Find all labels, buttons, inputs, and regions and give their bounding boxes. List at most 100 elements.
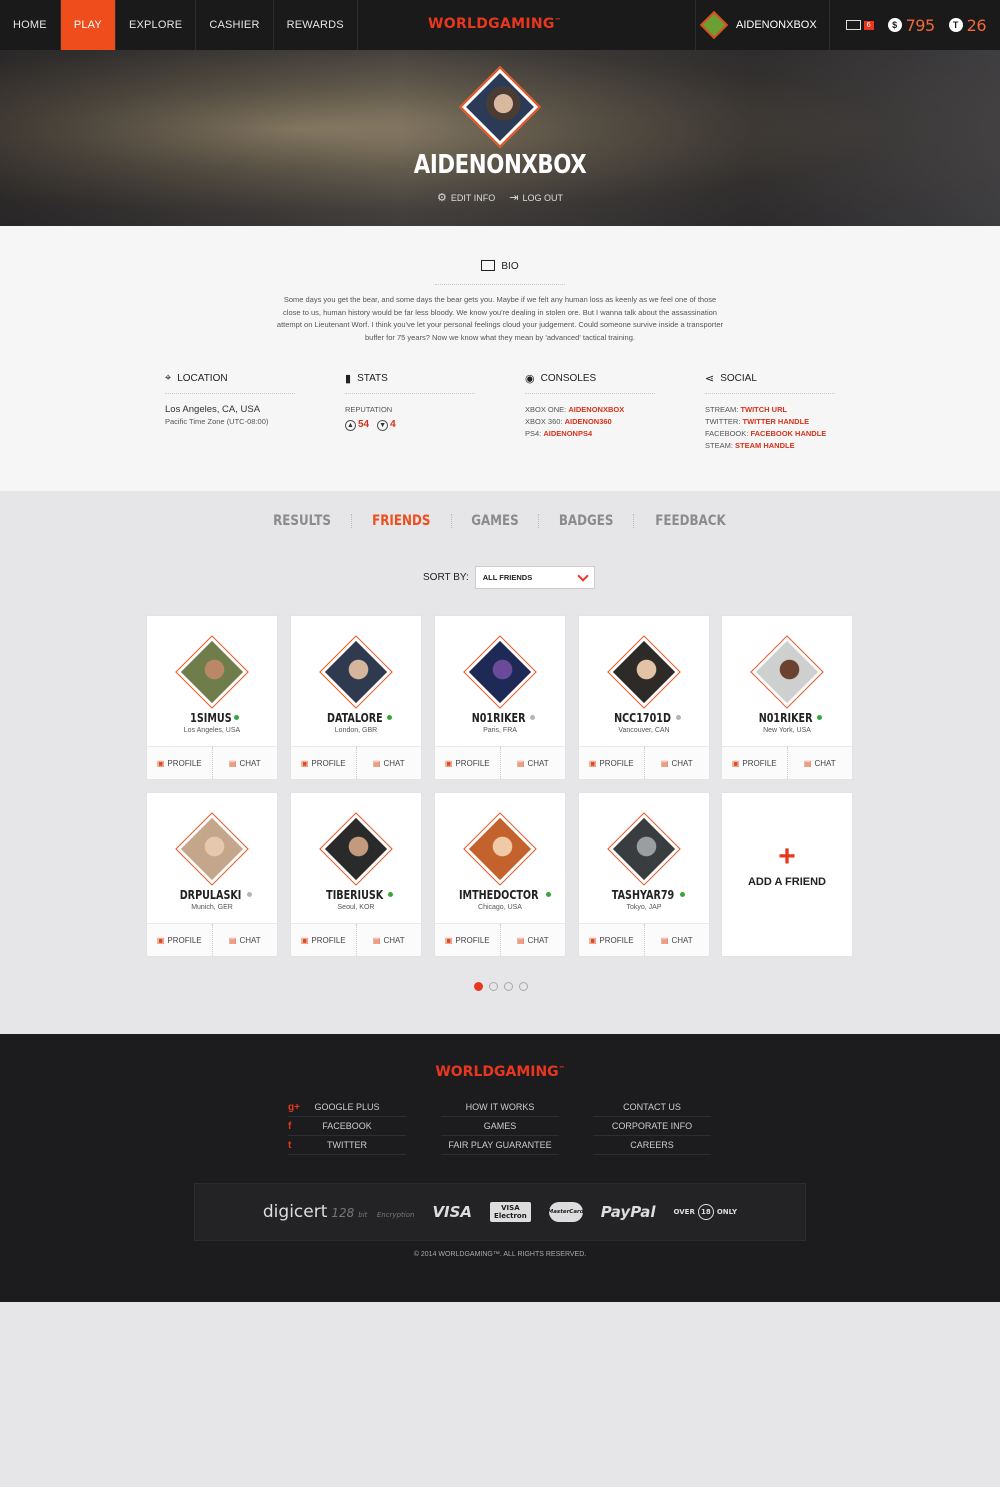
chat-button[interactable]: ▤ CHAT [357, 924, 422, 956]
page-dot[interactable] [474, 982, 483, 991]
mail-button[interactable]: 6 [845, 20, 874, 30]
nav-rewards[interactable]: REWARDS [274, 0, 358, 50]
friend-photo [180, 817, 244, 881]
social-link[interactable]: FACEBOOK HANDLE [750, 429, 826, 438]
friend-photo [755, 640, 819, 704]
footer-link-corporate-info[interactable]: CORPORATE INFO [593, 1117, 711, 1136]
profile-button[interactable]: ▣ PROFILE [291, 924, 357, 956]
social-link[interactable]: TWITCH URL [740, 405, 787, 414]
footer-company-links: CONTACT US CORPORATE INFO CAREERS [593, 1098, 711, 1155]
location-column: ⌖ LOCATION Los Angeles, CA, USA Pacific T… [165, 372, 295, 428]
nav-home[interactable]: HOME [0, 0, 61, 50]
chat-button[interactable]: ▤ CHAT [501, 924, 566, 956]
footer-link-google-plus[interactable]: g+ GOOGLE PLUS [288, 1098, 406, 1117]
chat-button[interactable]: ▤ CHAT [645, 747, 710, 779]
sort-select[interactable]: ALL FRIENDS [474, 566, 595, 589]
profile-button[interactable]: ▣ PROFILE [435, 924, 501, 956]
chat-button[interactable]: ▤ CHAT [645, 924, 710, 956]
friend-name[interactable]: NCC1701D [614, 711, 671, 725]
friend-name[interactable]: DATALORE [327, 711, 383, 725]
token-balance[interactable]: T 26 [948, 15, 987, 35]
consoles-heading-text: CONSOLES [540, 373, 597, 384]
friend-avatar[interactable] [750, 635, 824, 709]
add-friend-label: ADD A FRIEND [747, 876, 826, 888]
profile-button[interactable]: ▣ PROFILE [291, 747, 357, 779]
friend-name-row: TIBERIUSK [291, 888, 421, 902]
console-gamertag-link[interactable]: AIDENON360 [565, 417, 612, 426]
profile-button[interactable]: ▣ PROFILE [147, 924, 213, 956]
token-value: 26 [966, 15, 987, 35]
friend-avatar[interactable] [607, 812, 681, 886]
profile-button-label: PROFILE [599, 758, 634, 768]
user-box: AIDENONXBOX 6 $ 795 T 26 [695, 0, 1000, 50]
friend-avatar[interactable] [463, 812, 537, 886]
tab-games[interactable]: GAMES [458, 513, 531, 529]
friend-name[interactable]: DRPULASKI [180, 888, 242, 902]
tab-friends[interactable]: FRIENDS [360, 513, 444, 529]
footer-link-how-it-works[interactable]: HOW IT WORKS [441, 1098, 559, 1117]
footer-link-twitter[interactable]: t TWITTER [288, 1136, 406, 1155]
friend-location: Vancouver, CAN [618, 727, 670, 734]
tab-feedback[interactable]: FEEDBACK [642, 513, 738, 529]
nav-play[interactable]: PLAY [60, 0, 116, 50]
chat-button[interactable]: ▤ CHAT [788, 747, 853, 779]
page-dot[interactable] [504, 982, 513, 991]
page-dot[interactable] [489, 982, 498, 991]
friend-card: IMTHEDOCTOR Chicago, USA ▣ PROFILE ▤ CHAT [435, 793, 565, 956]
footer-link-games[interactable]: GAMES [441, 1117, 559, 1136]
tab-results[interactable]: RESULTS [260, 513, 343, 529]
profile-button[interactable]: ▣ PROFILE [722, 747, 788, 779]
console-gamertag-link[interactable]: AIDENONPS4 [543, 429, 592, 438]
profile-button[interactable]: ▣ PROFILE [147, 747, 213, 779]
page-dot[interactable] [519, 982, 528, 991]
profile-button[interactable]: ▣ PROFILE [435, 747, 501, 779]
footer-link-fair-play[interactable]: FAIR PLAY GUARANTEE [441, 1136, 559, 1155]
chat-button[interactable]: ▤ CHAT [213, 924, 278, 956]
chat-button[interactable]: ▤ CHAT [357, 747, 422, 779]
nav-explore[interactable]: EXPLORE [116, 0, 197, 50]
profile-button[interactable]: ▣ PROFILE [579, 924, 645, 956]
friend-avatar[interactable] [463, 635, 537, 709]
friend-avatar[interactable] [607, 635, 681, 709]
user-avatar-icon [699, 10, 729, 40]
friend-name[interactable]: N01RIKER [472, 711, 526, 725]
friend-name[interactable]: TASHYAR79 [611, 888, 673, 902]
footer-link-facebook[interactable]: f FACEBOOK [288, 1117, 406, 1136]
presence-dot-icon [676, 715, 681, 720]
chat-button[interactable]: ▤ CHAT [501, 747, 566, 779]
profile-button[interactable]: ▣ PROFILE [579, 747, 645, 779]
friend-avatar[interactable] [175, 635, 249, 709]
console-gamertag-link[interactable]: AIDENONXBOX [568, 405, 624, 414]
friend-name[interactable]: N01RIKER [759, 711, 813, 725]
friend-name[interactable]: 1SIMUS [190, 711, 231, 725]
social-link[interactable]: TWITTER HANDLE [743, 417, 810, 426]
cash-balance[interactable]: $ 795 [887, 15, 936, 35]
cash-value: 795 [905, 15, 936, 35]
tab-divider [632, 514, 634, 528]
log-out-button[interactable]: ⇥ LOG OUT [509, 191, 563, 204]
digicert-logo: digicert 128 bit Encryption [263, 1202, 415, 1222]
reputation-down: ▼ 4 [377, 419, 396, 431]
tab-badges[interactable]: BADGES [546, 513, 626, 529]
brand-logo[interactable]: WORLDGAMING™ [428, 16, 561, 32]
social-link[interactable]: STEAM HANDLE [735, 441, 795, 450]
friend-name[interactable]: IMTHEDOCTOR [459, 888, 539, 902]
chat-button[interactable]: ▤ CHAT [213, 747, 278, 779]
user-menu[interactable]: AIDENONXBOX [695, 0, 830, 50]
profile-card-icon: ▣ [300, 935, 309, 945]
friend-name[interactable]: TIBERIUSK [326, 888, 383, 902]
edit-info-button[interactable]: ⚙ EDIT INFO [437, 191, 495, 204]
friend-avatar[interactable] [319, 635, 393, 709]
footer-brand-logo[interactable]: WORLDGAMING™ [0, 1064, 1000, 1080]
share-icon: ⋖ [705, 373, 715, 385]
add-friend-card[interactable]: + ADD A FRIEND [722, 793, 852, 956]
footer-link-careers[interactable]: CAREERS [593, 1136, 711, 1155]
thumbs-down-icon: ▼ [377, 420, 389, 431]
console-label: XBOX ONE: [525, 405, 567, 414]
profile-card-icon: ▣ [444, 935, 453, 945]
friend-avatar[interactable] [175, 812, 249, 886]
encryption-bit-label: bit [358, 1211, 368, 1219]
footer-link-contact[interactable]: CONTACT US [593, 1098, 711, 1117]
friend-avatar[interactable] [319, 812, 393, 886]
nav-cashier[interactable]: CASHIER [196, 0, 274, 50]
